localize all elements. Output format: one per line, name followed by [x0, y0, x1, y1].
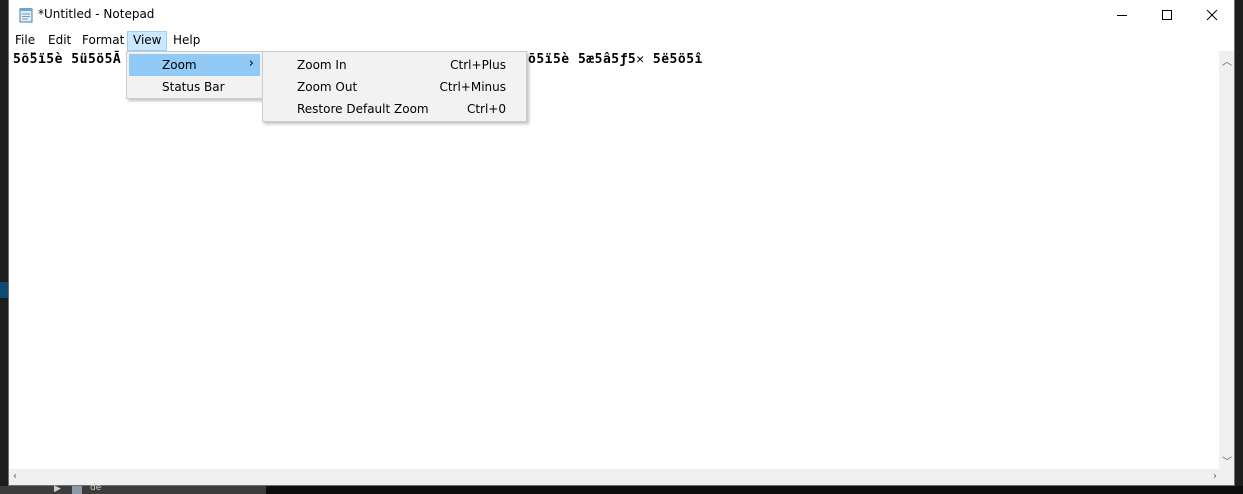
menu-view[interactable]: View [127, 31, 168, 51]
submenu-arrow-icon: › [248, 56, 254, 71]
restore-zoom-item[interactable]: Restore Default Zoom Ctrl+0 [265, 98, 524, 120]
taskbar-label: de [90, 483, 102, 493]
restore-zoom-label: Restore Default Zoom [297, 102, 429, 116]
zoom-in-label: Zoom In [297, 58, 347, 72]
zoom-out-item[interactable]: Zoom Out Ctrl+Minus [265, 76, 524, 98]
zoom-submenu: Zoom In Ctrl+Plus Zoom Out Ctrl+Minus Re… [262, 51, 527, 122]
menu-edit[interactable]: Edit [43, 31, 76, 51]
minimize-button[interactable] [1099, 0, 1145, 30]
menu-help[interactable]: Help [168, 31, 205, 51]
close-button[interactable] [1189, 0, 1235, 30]
zoom-out-shortcut: Ctrl+Minus [439, 80, 506, 94]
restore-zoom-shortcut: Ctrl+0 [466, 102, 506, 116]
background-selected-item [0, 282, 8, 298]
horizontal-scrollbar[interactable]: ‹ › [9, 469, 1221, 485]
background-right-strip [1235, 0, 1243, 486]
editor-text-end: ō5ï5è 5æ5â5ƒ5✕ 5ë5ö5î [528, 52, 703, 67]
maximize-icon [1162, 10, 1172, 20]
view-menu-status-bar[interactable]: Status Bar [129, 76, 260, 98]
text-editor-area[interactable]: 5ṏ5ï5è 5ü5ö5Ā ō5ï5è 5æ5â5ƒ5✕ 5ë5ö5î [9, 51, 1221, 470]
menu-file[interactable]: File [10, 31, 40, 51]
view-menu-zoom[interactable]: Zoom › [129, 54, 260, 76]
view-menu-dropdown: Zoom › Status Bar [126, 51, 263, 99]
view-menu-zoom-label: Zoom [162, 58, 197, 72]
scroll-right-icon[interactable]: › [1213, 471, 1217, 482]
zoom-out-label: Zoom Out [297, 80, 358, 94]
view-menu-status-bar-label: Status Bar [162, 80, 225, 94]
notepad-app-icon [19, 8, 33, 23]
taskbar-square-icon [72, 486, 82, 494]
background-left-strip [0, 0, 8, 486]
window-title: *Untitled - Notepad [38, 7, 155, 21]
close-icon [1206, 9, 1218, 21]
scroll-down-icon[interactable]: ﹀ [1222, 453, 1232, 468]
vertical-scrollbar[interactable]: ︿ ﹀ [1219, 51, 1234, 470]
zoom-in-shortcut: Ctrl+Plus [450, 58, 506, 72]
title-bar[interactable]: *Untitled - Notepad [9, 0, 1234, 30]
scroll-left-icon[interactable]: ‹ [13, 471, 17, 482]
editor-text-start: 5ṏ5ï5è 5ü5ö5Ā [13, 52, 122, 67]
scrollbar-corner [1219, 469, 1234, 485]
menu-format[interactable]: Format [77, 31, 129, 51]
maximize-button[interactable] [1144, 0, 1190, 30]
zoom-in-item[interactable]: Zoom In Ctrl+Plus [265, 54, 524, 76]
taskbar-arrow-icon: ▶ [54, 484, 61, 494]
scroll-up-icon[interactable]: ︿ [1222, 53, 1232, 68]
taskbar-item[interactable]: ▶ de [0, 483, 266, 494]
menu-bar: File Edit Format View Help [9, 31, 1234, 51]
minimize-icon [1117, 15, 1127, 16]
